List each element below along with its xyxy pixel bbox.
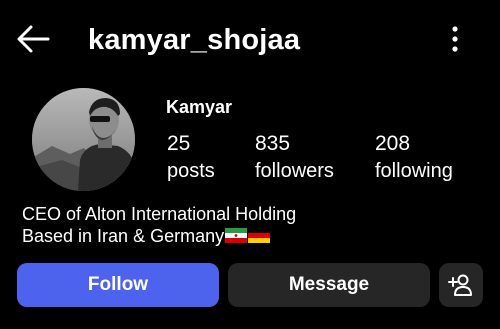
followers-count: 835 bbox=[255, 132, 291, 155]
message-button[interactable]: Message bbox=[228, 263, 430, 307]
following-label: following bbox=[375, 160, 453, 182]
display-name: Kamyar bbox=[166, 97, 233, 117]
suggested-users-button[interactable] bbox=[439, 263, 483, 307]
add-person-icon bbox=[448, 274, 472, 296]
posts-label: posts bbox=[167, 160, 215, 182]
posts-count: 25 bbox=[167, 132, 191, 155]
profile-bio: CEO of Alton International Holding Based… bbox=[22, 203, 296, 247]
bio-line-2-text: Based in Iran & Germany bbox=[22, 226, 225, 246]
following-count: 208 bbox=[375, 132, 411, 155]
bio-line-2: Based in Iran & Germany bbox=[22, 225, 296, 247]
followers-label: followers bbox=[255, 160, 334, 182]
more-vertical-icon bbox=[452, 26, 458, 52]
arrow-left-icon bbox=[17, 25, 50, 53]
germany-flag-icon bbox=[248, 228, 271, 243]
bio-line-1: CEO of Alton International Holding bbox=[22, 204, 297, 224]
posts-stat[interactable]: 25 posts bbox=[167, 130, 215, 184]
avatar[interactable] bbox=[32, 88, 135, 191]
more-options-button[interactable] bbox=[444, 24, 466, 54]
profile-username: kamyar_shojaa bbox=[88, 24, 301, 56]
followers-stat[interactable]: 835 followers bbox=[255, 130, 334, 184]
back-button[interactable] bbox=[14, 22, 52, 56]
avatar-photo bbox=[32, 88, 135, 191]
iran-flag-icon bbox=[225, 228, 248, 243]
follow-button[interactable]: Follow bbox=[17, 263, 219, 307]
following-stat[interactable]: 208 following bbox=[375, 130, 453, 184]
